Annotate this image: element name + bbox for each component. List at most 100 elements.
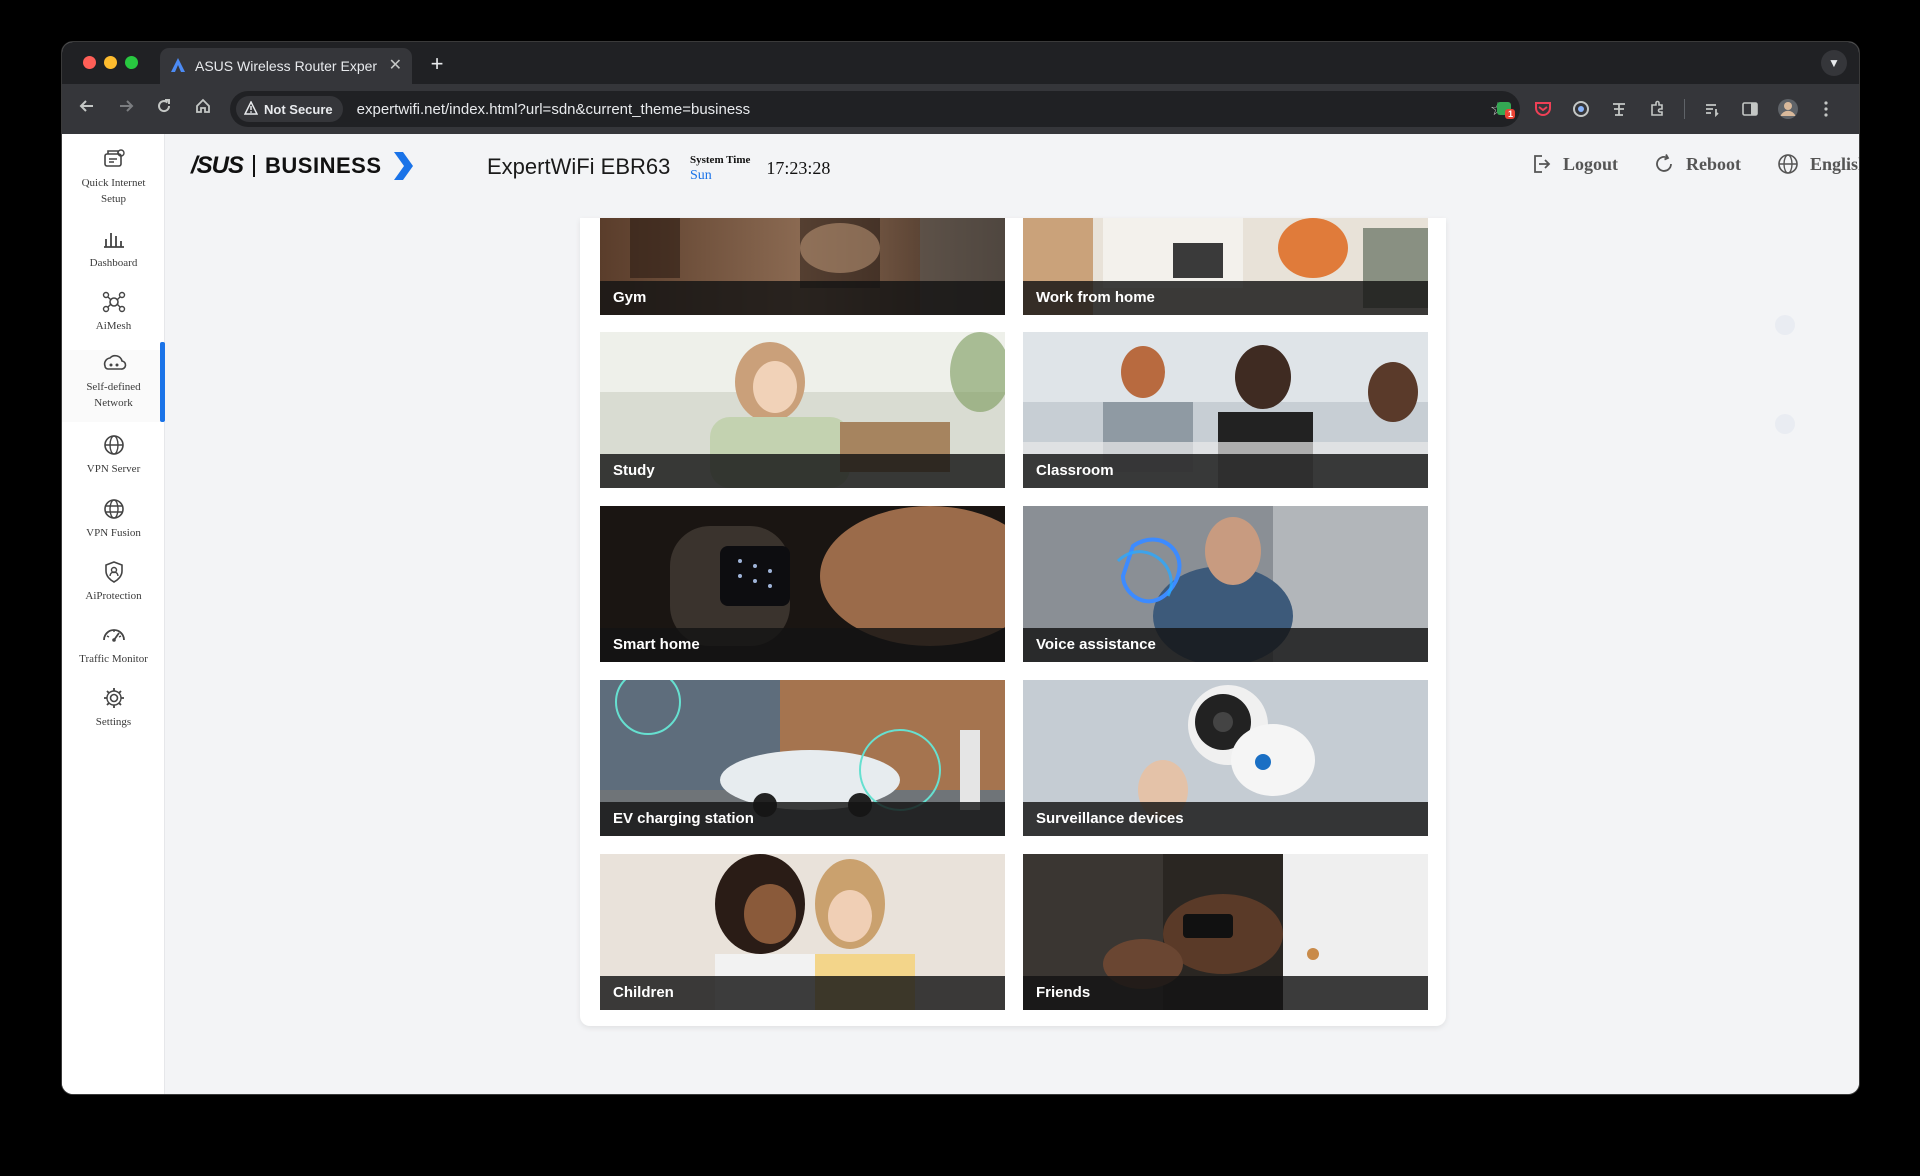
browser-window: ASUS Wireless Router Exper ✕ + ▼ Not Sec… — [61, 41, 1860, 1095]
scenario-label: EV charging station — [600, 802, 1005, 836]
warning-icon — [243, 99, 259, 118]
dashboard-icon — [103, 233, 124, 248]
logout-button[interactable]: Logout — [1529, 152, 1618, 176]
tab-strip: ASUS Wireless Router Exper ✕ + ▼ — [62, 42, 1859, 84]
scenario-children[interactable]: Children — [600, 854, 1005, 1010]
scenario-label: Study — [600, 454, 1005, 488]
sidebar-item-vpn-server[interactable]: VPN Server — [62, 432, 165, 477]
sidebar-item-label: Quick Internet Setup — [81, 177, 146, 205]
extension-badge: 1 — [1508, 109, 1514, 119]
language-selector[interactable]: English ▼ — [1776, 152, 1859, 176]
scenario-classroom[interactable]: Classroom — [1023, 332, 1428, 488]
scenario-surveillance-devices[interactable]: Surveillance devices — [1023, 680, 1428, 836]
system-time-label: System Time — [690, 154, 751, 166]
scenario-selection-card: Gym Work from home Study Classroom Smart… — [580, 218, 1446, 1026]
tab-title: ASUS Wireless Router Exper — [195, 58, 378, 74]
scenario-voice-assistance[interactable]: Voice assistance — [1023, 506, 1428, 662]
tab-search-button[interactable]: ▼ — [1821, 50, 1847, 76]
close-window-button[interactable] — [83, 56, 96, 69]
sidebar-item-self-defined-network[interactable]: Self-defined Network — [62, 350, 165, 422]
scenario-ev-charging-station[interactable]: EV charging station — [600, 680, 1005, 836]
home-button[interactable] — [190, 96, 216, 122]
scenario-smart-home[interactable]: Smart home — [600, 506, 1005, 662]
browser-toolbar: Not Secure expertwifi.net/index.html?url… — [62, 84, 1859, 134]
sidebar-item-label: Traffic Monitor — [79, 653, 148, 665]
sidebar-item-settings[interactable]: Settings — [62, 685, 165, 730]
back-button[interactable] — [74, 96, 100, 122]
address-bar[interactable]: Not Secure expertwifi.net/index.html?url… — [230, 91, 1520, 127]
translate-icon[interactable] — [1608, 98, 1630, 120]
maximize-window-button[interactable] — [125, 56, 138, 69]
reading-list-icon[interactable] — [1701, 98, 1723, 120]
scenario-gym[interactable]: Gym — [600, 218, 1005, 315]
scenario-friends[interactable]: Friends — [1023, 854, 1428, 1010]
scenario-work-from-home[interactable]: Work from home — [1023, 218, 1428, 315]
sidebar-item-label: AiMesh — [95, 320, 132, 332]
arrow-right-icon — [120, 100, 134, 112]
new-tab-button[interactable]: + — [424, 51, 450, 77]
browser-menu-icon[interactable] — [1815, 98, 1837, 120]
asus-business-logo[interactable]: /SUS BUSINESS — [191, 150, 414, 182]
asus-favicon-icon — [170, 57, 186, 76]
sidebar-item-label: Dashboard — [89, 257, 138, 269]
sidebar-item-dashboard[interactable]: Dashboard — [62, 226, 165, 271]
sdn-icon — [103, 354, 126, 370]
side-panel-icon[interactable] — [1739, 98, 1761, 120]
scenario-label: Surveillance devices — [1023, 802, 1428, 836]
scenario-label: Voice assistance — [1023, 628, 1428, 662]
reload-icon — [158, 99, 171, 113]
logout-label: Logout — [1563, 153, 1619, 174]
sidebar-item-label: VPN Fusion — [86, 527, 141, 539]
password-manager-icon[interactable] — [1570, 98, 1592, 120]
sidebar-item-label: Self-defined Network — [86, 381, 141, 409]
router-model: ExpertWiFi EBR63 — [487, 154, 671, 179]
settings-icon — [103, 688, 124, 708]
logo-divider — [253, 155, 256, 177]
system-time-day: Sun — [690, 168, 712, 183]
minimize-window-button[interactable] — [104, 56, 117, 69]
arrow-left-icon — [79, 100, 93, 112]
scenario-label: Classroom — [1023, 454, 1428, 488]
aimesh-icon — [102, 291, 125, 313]
sidebar-active-indicator — [160, 342, 165, 422]
traffic-monitor-icon — [102, 629, 125, 642]
scenario-label: Gym — [600, 281, 1005, 315]
extensions-area: 1 — [1494, 98, 1837, 120]
globe-icon — [1778, 154, 1798, 174]
scenario-label: Friends — [1023, 976, 1428, 1010]
background-dot — [1775, 414, 1795, 434]
reboot-icon — [1656, 154, 1672, 172]
system-time-clock: 17:23:28 — [766, 157, 831, 178]
forward-button[interactable] — [113, 96, 139, 122]
sidebar-item-vpn-fusion[interactable]: VPN Fusion — [62, 496, 165, 541]
sidebar: Quick Internet Setup Dashboard AiMesh Se… — [62, 134, 165, 1094]
business-logo-text: BUSINESS — [265, 153, 382, 178]
url-text[interactable]: expertwifi.net/index.html?url=sdn&curren… — [357, 101, 1490, 118]
vpn-fusion-icon — [103, 499, 124, 519]
sidebar-item-traffic-monitor[interactable]: Traffic Monitor — [62, 622, 165, 667]
tab-close-icon[interactable]: ✕ — [389, 58, 402, 74]
sidebar-item-quick-internet-setup[interactable]: Quick Internet Setup — [62, 146, 165, 207]
home-icon — [196, 98, 210, 113]
pocket-icon[interactable] — [1532, 98, 1554, 120]
system-time-widget: System Time Sun 17:23:28 — [676, 146, 845, 190]
browser-tab[interactable]: ASUS Wireless Router Exper ✕ — [160, 48, 412, 84]
logout-icon — [1534, 155, 1551, 173]
reboot-label: Reboot — [1686, 153, 1741, 174]
vpn-server-icon — [103, 435, 124, 455]
puzzle-extensions-icon[interactable] — [1646, 98, 1668, 120]
reboot-button[interactable]: Reboot — [1652, 152, 1741, 176]
security-indicator[interactable]: Not Secure — [236, 96, 343, 122]
reload-button[interactable] — [151, 96, 177, 122]
scenario-label: Smart home — [600, 628, 1005, 662]
profile-avatar[interactable] — [1777, 98, 1799, 120]
asus-logo: /SUS — [191, 152, 244, 179]
sidebar-item-aiprotection[interactable]: AiProtection — [62, 559, 165, 604]
extension-green-icon[interactable]: 1 — [1494, 98, 1516, 120]
security-label: Not Secure — [264, 101, 333, 117]
app-header: /SUS BUSINESS ExpertWiFi EBR63 System Ti… — [166, 134, 1859, 198]
sidebar-item-label: VPN Server — [86, 463, 141, 475]
chevron-down-icon: ▼ — [1828, 56, 1840, 70]
sidebar-item-aimesh[interactable]: AiMesh — [62, 289, 165, 334]
scenario-study[interactable]: Study — [600, 332, 1005, 488]
